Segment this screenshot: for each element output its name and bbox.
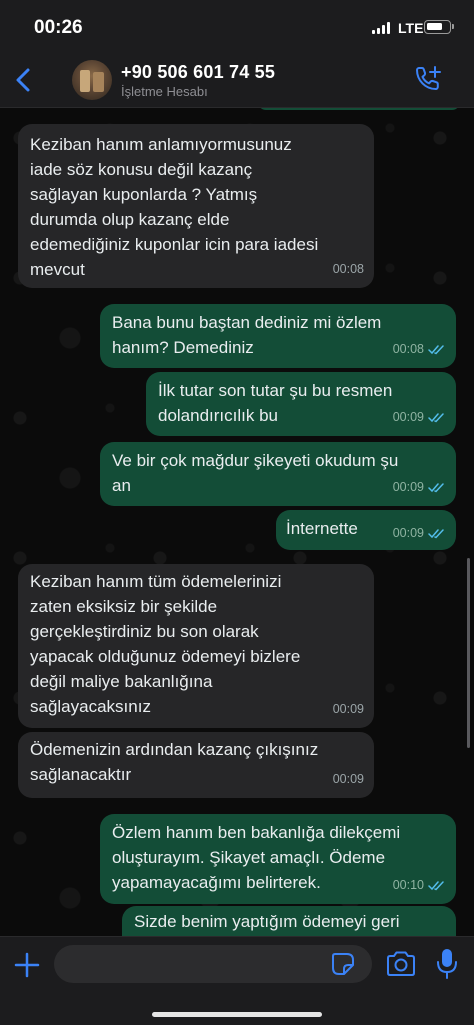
message-bubble[interactable]: İnternette 00:09 [276,510,456,550]
camera-button[interactable] [384,949,418,979]
message-time: 00:09 [392,526,424,540]
message-meta: 00:09 [393,521,446,546]
input-bar [0,936,474,1025]
call-add-icon [416,66,441,90]
message-bubble[interactable]: Sizde benim yaptığım ödemeyi geri [122,906,456,936]
mic-button[interactable] [434,947,460,981]
sticker-icon [332,953,354,975]
avatar[interactable] [72,60,112,100]
double-check-icon [428,413,444,423]
message-bubble[interactable]: İlk tutar son tutar şu bu resmen dolandı… [146,372,456,436]
message-time: 00:10 [392,878,424,892]
message-time: 00:09 [332,702,364,716]
contact-name[interactable]: +90 506 601 74 55 [121,62,275,83]
message-bubble[interactable]: Keziban hanım anlamıyormusunuz iade söz … [18,124,374,288]
message-text: Sizde benim yaptığım ödemeyi geri [134,912,400,931]
message-bubble[interactable]: Ve bir çok mağdur şikeyeti okudum şu an … [100,442,456,506]
message-bubble[interactable]: Özlem hanım ben bakanlığa dilekçemi oluş… [100,814,456,904]
plus-icon [14,952,40,978]
chat-header: +90 506 601 74 55 İşletme Hesabı [0,52,474,108]
message-text: Ödemenizin ardından kazanç çıkışınız sağ… [30,740,319,784]
double-check-icon [428,483,444,493]
back-chevron-icon [16,68,30,92]
scrollbar[interactable] [467,558,470,748]
message-meta: 00:09 [333,697,364,722]
message-meta: 00:09 [393,475,446,500]
call-button[interactable] [410,64,444,96]
message-time: 00:08 [332,262,364,276]
chat-area[interactable]: Keziban hanım anlamıyormusunuz iade söz … [0,108,474,936]
message-bubble[interactable]: Bana bunu baştan dediniz mi özlem hanım?… [100,304,456,368]
double-check-icon [428,345,444,355]
message-time: 00:09 [392,410,424,424]
message-input[interactable] [54,945,372,983]
cellular-signal-icon [372,22,390,34]
battery-icon [424,20,454,34]
message-bubble-partial-top [258,108,460,110]
attach-button[interactable] [12,950,42,980]
contact-subtitle: İşletme Hesabı [121,84,208,99]
status-bar: 00:26 LTE [0,0,474,52]
message-bubble[interactable]: Ödemenizin ardından kazanç çıkışınız sağ… [18,732,374,798]
message-time: 00:09 [332,772,364,786]
message-text: Keziban hanım tüm ödemelerinizi zaten ek… [30,572,301,716]
status-time: 00:26 [34,17,83,38]
message-meta: 00:09 [393,405,446,430]
message-meta: 00:08 [393,337,446,362]
message-text: Keziban hanım anlamıyormusunuz iade söz … [30,135,319,279]
double-check-icon [428,881,444,891]
camera-icon [387,951,415,976]
sticker-button[interactable] [330,951,356,977]
back-button[interactable] [8,62,40,98]
message-time: 00:09 [392,480,424,494]
message-time: 00:08 [392,342,424,356]
message-meta: 00:10 [393,873,446,898]
double-check-icon [428,529,444,539]
message-meta: 00:08 [333,257,364,282]
network-type: LTE [398,20,424,36]
message-meta: 00:09 [333,767,364,792]
home-indicator[interactable] [152,1012,322,1017]
message-bubble[interactable]: Keziban hanım tüm ödemelerinizi zaten ek… [18,564,374,728]
mic-icon [437,949,457,979]
